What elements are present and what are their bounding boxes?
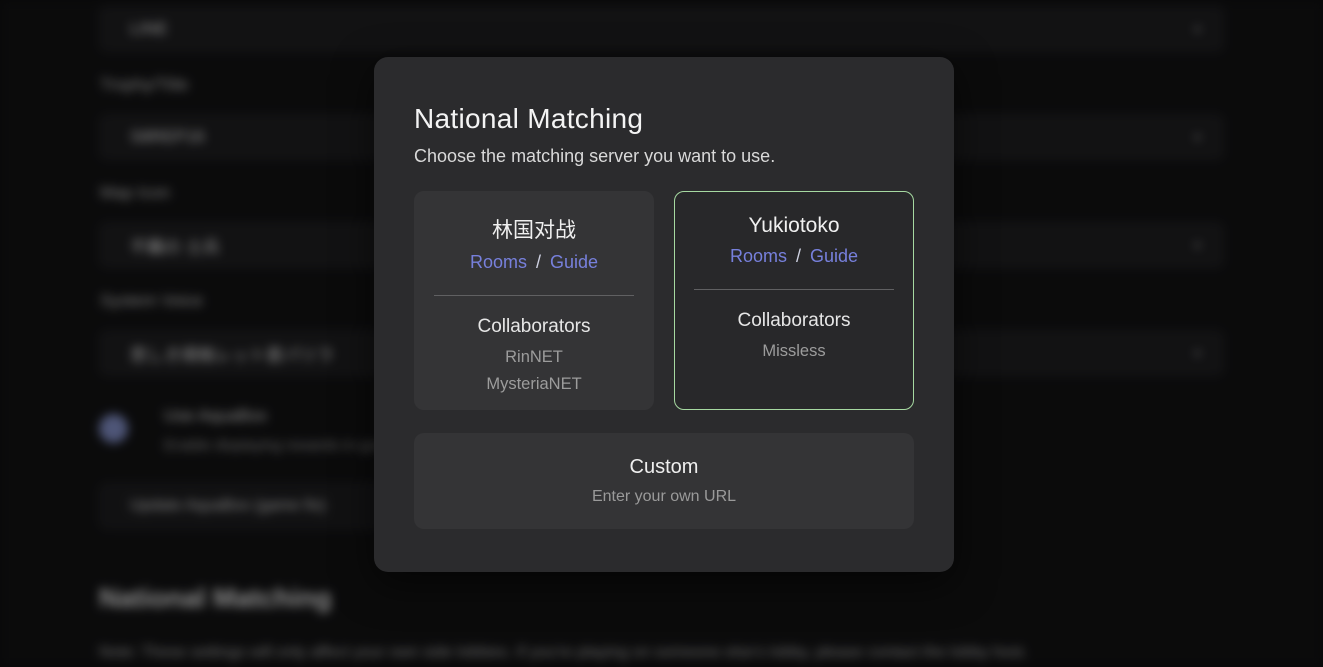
national-matching-modal: National Matching Choose the matching se…: [374, 57, 954, 572]
server-options: 林国对战 Rooms / Guide Collaborators RinNET …: [414, 191, 914, 410]
server-name: 林国对战: [415, 214, 653, 244]
server-name: Yukiotoko: [675, 214, 913, 238]
server-card-linguo[interactable]: 林国对战 Rooms / Guide Collaborators RinNET …: [414, 191, 654, 410]
modal-title: National Matching: [414, 103, 914, 135]
card-divider: [694, 289, 894, 290]
link-separator: /: [531, 252, 546, 272]
custom-card-subtitle: Enter your own URL: [592, 488, 736, 506]
collaborators-list: Missless: [675, 338, 913, 365]
collaborator-name: RinNET: [415, 344, 653, 371]
collaborators-list: RinNET MysteriaNET: [415, 344, 653, 398]
collaborator-name: MysteriaNET: [415, 371, 653, 398]
rooms-link[interactable]: Rooms: [470, 252, 527, 272]
rooms-link[interactable]: Rooms: [730, 246, 787, 266]
custom-server-card[interactable]: Custom Enter your own URL: [414, 433, 914, 529]
server-links: Rooms / Guide: [415, 252, 653, 273]
link-separator: /: [791, 246, 806, 266]
collaborator-name: Missless: [675, 338, 913, 365]
server-card-yukiotoko-selected[interactable]: Yukiotoko Rooms / Guide Collaborators Mi…: [674, 191, 914, 410]
collaborators-heading: Collaborators: [675, 310, 913, 332]
collaborators-heading: Collaborators: [415, 316, 653, 338]
card-divider: [434, 295, 634, 296]
custom-card-title: Custom: [630, 456, 699, 479]
server-links: Rooms / Guide: [675, 246, 913, 267]
guide-link[interactable]: Guide: [550, 252, 598, 272]
modal-subtitle: Choose the matching server you want to u…: [414, 146, 914, 167]
guide-link[interactable]: Guide: [810, 246, 858, 266]
